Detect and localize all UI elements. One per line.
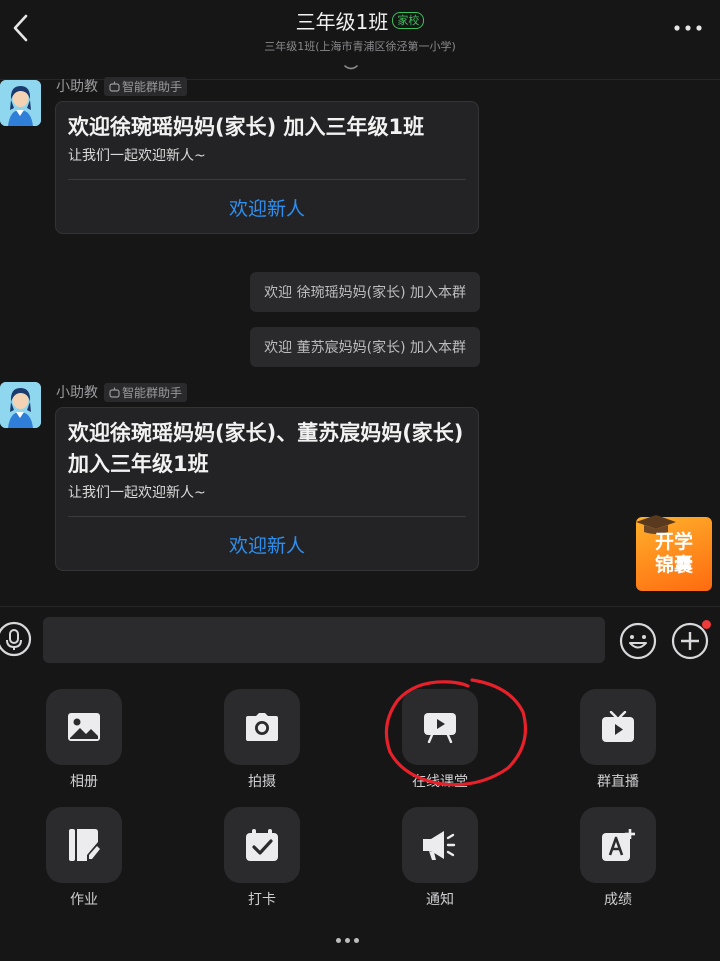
tool-online-class[interactable]: 在线课堂: [380, 689, 500, 791]
sender-row: 小助教 智能群助手: [56, 382, 188, 402]
page-subtitle: 三年级1班(上海市青浦区徐泾第一小学): [264, 40, 456, 53]
notification-dot: [702, 620, 711, 629]
tool-grades[interactable]: 成绩: [558, 807, 678, 909]
tool-notice[interactable]: 通知: [380, 807, 500, 909]
assistant-avatar-icon: [0, 80, 41, 126]
robot-icon: [109, 387, 120, 398]
card-subtitle: 让我们一起欢迎新人~: [68, 485, 206, 501]
tool-icon-box: [224, 807, 300, 883]
more-dots-icon: [674, 25, 702, 31]
tool-label: 群直播: [597, 774, 639, 790]
emoji-icon[interactable]: [619, 622, 657, 660]
message-input[interactable]: [43, 617, 605, 663]
tool-group-live[interactable]: 群直播: [558, 689, 678, 791]
tool-label: 打卡: [248, 892, 276, 908]
tool-icon-box: [402, 689, 478, 765]
tool-icon-box: [402, 807, 478, 883]
bot-badge-label: 智能群助手: [122, 385, 183, 400]
tool-icon-box: [46, 807, 122, 883]
card-subtitle: 让我们一起欢迎新人~: [68, 148, 206, 164]
checkin-icon: [246, 829, 278, 861]
title-block: 三年级1班 家校 三年级1班(上海市青浦区徐泾第一小学): [0, 6, 720, 54]
live-tv-icon: [602, 711, 634, 742]
tool-album[interactable]: 相册: [24, 689, 144, 791]
tool-label: 通知: [426, 892, 454, 908]
bot-badge: 智能群助手: [104, 382, 188, 402]
tool-icon-box: [224, 689, 300, 765]
homework-icon: [69, 829, 100, 861]
sender-name: 小助教: [56, 385, 98, 401]
system-message: 欢迎 董苏宸妈妈(家长) 加入本群: [250, 327, 480, 367]
robot-icon: [109, 81, 120, 92]
megaphone-icon: [423, 831, 456, 860]
page-dot: [336, 938, 341, 943]
bot-badge-label: 智能群助手: [122, 79, 183, 94]
system-message: 欢迎 徐琬瑶妈妈(家长) 加入本群: [250, 272, 480, 312]
welcome-card: 欢迎徐琬瑶妈妈(家长)、董苏宸妈妈(家长) 加入三年级1班 让我们一起欢迎新人~…: [55, 407, 479, 571]
tool-label: 拍摄: [248, 774, 276, 790]
tool-icon-box: [46, 689, 122, 765]
page-dot: [345, 938, 350, 943]
sender-row: 小助教 智能群助手: [56, 76, 188, 96]
welcome-card: 欢迎徐琬瑶妈妈(家长) 加入三年级1班 让我们一起欢迎新人~ 欢迎新人: [55, 101, 479, 234]
input-bar: [0, 606, 720, 672]
more-options-button[interactable]: [672, 14, 704, 42]
promo-line: 开学: [654, 531, 693, 553]
card-title: 欢迎徐琬瑶妈妈(家长)、董苏宸妈妈(家长) 加入三年级1班: [68, 421, 464, 476]
tool-label: 作业: [70, 892, 98, 908]
tool-label: 在线课堂: [412, 774, 468, 790]
tool-checkin[interactable]: 打卡: [202, 807, 322, 909]
tool-icon-box: [580, 689, 656, 765]
tool-label: 成绩: [604, 892, 632, 908]
photo-icon: [68, 713, 100, 741]
avatar[interactable]: [0, 382, 41, 428]
bot-badge: 智能群助手: [104, 76, 188, 96]
tools-panel: 相册 拍摄 在线课堂 群直播 作业 打卡 通知 成绩: [0, 672, 720, 961]
welcome-newcomer-button[interactable]: 欢迎新人: [56, 517, 478, 570]
assistant-avatar-icon: [0, 382, 41, 428]
tool-homework[interactable]: 作业: [24, 807, 144, 909]
chat-area[interactable]: 小助教 智能群助手 欢迎徐琬瑶妈妈(家长) 加入三年级1班 让我们一起欢迎新人~…: [0, 76, 720, 606]
welcome-newcomer-button[interactable]: 欢迎新人: [56, 180, 478, 233]
sender-name: 小助教: [56, 79, 98, 95]
tool-label: 相册: [70, 774, 98, 790]
page-dot: [354, 938, 359, 943]
tool-icon-box: [580, 807, 656, 883]
page-title: 三年级1班: [295, 10, 389, 34]
back-to-school-promo[interactable]: 开学 锦囊: [636, 515, 712, 591]
online-class-icon: [424, 713, 456, 743]
microphone-icon[interactable]: [0, 621, 32, 657]
camera-icon: [246, 713, 278, 741]
card-title: 欢迎徐琬瑶妈妈(家长) 加入三年级1班: [68, 115, 425, 139]
group-type-badge: 家校: [392, 12, 425, 29]
tool-camera[interactable]: 拍摄: [202, 689, 322, 791]
chevron-down-icon[interactable]: [343, 64, 359, 72]
chat-header: 三年级1班 家校 三年级1班(上海市青浦区徐泾第一小学): [0, 0, 720, 80]
promo-text: 开学 锦囊: [636, 531, 712, 577]
grades-icon: [602, 829, 635, 861]
avatar[interactable]: [0, 80, 41, 126]
page-indicator: [336, 938, 359, 943]
promo-line: 锦囊: [654, 554, 693, 576]
